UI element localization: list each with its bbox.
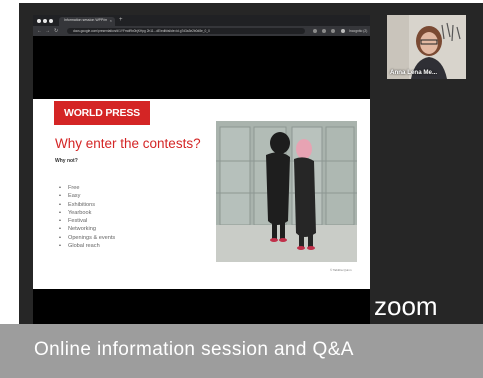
slide-photo xyxy=(216,121,357,262)
incognito-icon[interactable] xyxy=(341,29,345,33)
extension-icon[interactable] xyxy=(313,29,317,33)
back-icon[interactable]: ← xyxy=(37,28,42,34)
slide-subtitle: Why not? xyxy=(55,158,78,164)
participant-video-tile[interactable]: Anna Lena Me... xyxy=(387,15,466,79)
reload-icon[interactable]: ↻ xyxy=(54,28,58,34)
slide-title: Why enter the contests? xyxy=(55,136,201,151)
window-minimize-icon[interactable] xyxy=(43,19,47,23)
tab-title: Information session WPP/m xyxy=(64,18,108,22)
caption-text: Online information session and Q&A xyxy=(34,339,354,360)
bullet-item: Exhibitions xyxy=(59,201,115,209)
address-bar[interactable]: docs.google.com/presentation/d/1YFmdf9x0… xyxy=(67,28,305,34)
bullet-list: Free Easy Exhibitions Yearbook Festival … xyxy=(59,184,115,250)
photo-image xyxy=(216,121,357,262)
star-icon[interactable] xyxy=(322,29,326,33)
bullet-item: Free xyxy=(59,184,115,192)
new-tab-icon[interactable]: + xyxy=(119,17,123,24)
shared-screen-browser: Information session WPP/m × + ← → ↻ docs… xyxy=(33,15,370,327)
bullet-item: Global reach xyxy=(59,242,115,250)
bullet-item: Easy xyxy=(59,192,115,200)
zoom-logo: zoom xyxy=(374,291,438,321)
photo-credit: © Tabitha Quinn xyxy=(330,268,352,272)
zoom-meeting-window: Information session WPP/m × + ← → ↻ docs… xyxy=(19,3,483,378)
brand-logo: WORLD PRESS PHOTO xyxy=(54,101,150,143)
bullet-item: Openings & events xyxy=(59,234,115,242)
extension-icon[interactable] xyxy=(331,29,335,33)
browser-tab-bar: Information session WPP/m × + xyxy=(33,15,370,26)
caption-banner: Online information session and Q&A xyxy=(0,324,483,378)
window-close-icon[interactable] xyxy=(37,19,41,23)
browser-tab[interactable]: Information session WPP/m × xyxy=(59,17,115,26)
bullet-item: Festival xyxy=(59,217,115,225)
browser-toolbar: ← → ↻ docs.google.com/presentation/d/1YF… xyxy=(33,26,370,36)
tab-close-icon[interactable]: × xyxy=(110,18,112,23)
bullet-item: Yearbook xyxy=(59,209,115,217)
forward-icon[interactable]: → xyxy=(45,28,50,34)
address-text: docs.google.com/presentation/d/1YFmdf9x0… xyxy=(73,29,210,33)
window-maximize-icon[interactable] xyxy=(49,19,53,23)
bullet-item: Networking xyxy=(59,225,115,233)
participant-name: Anna Lena Me... xyxy=(390,69,438,76)
presentation-slide: WORLD PRESS PHOTO Why enter the contests… xyxy=(33,99,370,289)
profile-label: Incognito (2) xyxy=(349,29,368,33)
